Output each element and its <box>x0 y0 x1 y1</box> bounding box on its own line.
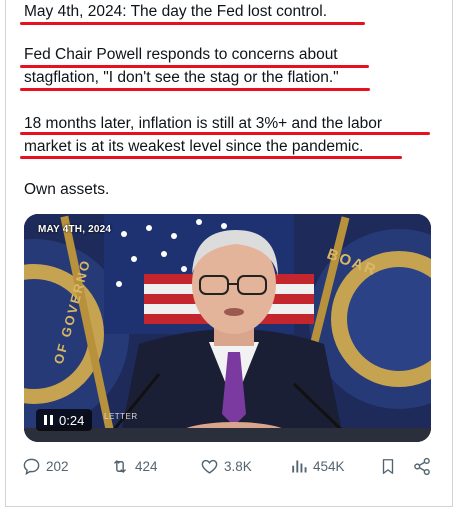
video-frame <box>24 214 431 442</box>
reply-icon <box>23 458 40 476</box>
reply-count: 202 <box>46 459 69 474</box>
repost-button[interactable]: 424 <box>110 457 158 476</box>
reply-button[interactable]: 202 <box>22 457 69 476</box>
views-count: 454K <box>313 459 345 474</box>
underline-3 <box>20 88 370 91</box>
views-icon <box>292 460 307 473</box>
frame-left-border <box>5 0 6 507</box>
pause-icon[interactable] <box>44 415 53 425</box>
like-button[interactable]: 3.8K <box>200 457 252 476</box>
video-caption-partial: LETTER <box>104 412 138 421</box>
like-icon <box>201 459 218 474</box>
post-text-line-2: Fed Chair Powell responds to concerns ab… <box>24 46 338 63</box>
video-player[interactable]: MAY 4TH, 2024 BOAR OF GOVERNO 0:24 LETTE… <box>24 214 431 442</box>
share-button[interactable] <box>412 457 432 476</box>
bookmark-button[interactable] <box>379 457 397 476</box>
repost-icon <box>113 459 127 474</box>
post-text-line-6: Own assets. <box>24 181 110 198</box>
views-button[interactable]: 454K <box>290 457 345 476</box>
bookmark-icon <box>382 459 394 474</box>
post-text-line-3: stagflation, "I don't see the stag or th… <box>24 69 339 86</box>
like-count: 3.8K <box>224 459 252 474</box>
video-timer[interactable]: 0:24 <box>36 409 93 431</box>
video-date-overlay: MAY 4TH, 2024 <box>38 224 112 235</box>
post-action-bar: 202 424 3.8K 454K <box>22 457 434 479</box>
frame-bottom-border <box>5 506 453 507</box>
video-duration: 0:24 <box>59 412 85 428</box>
post-text-line-5: market is at its weakest level since the… <box>24 138 364 155</box>
underline-5 <box>20 156 402 159</box>
post-text-line-1: May 4th, 2024: The day the Fed lost cont… <box>24 3 327 20</box>
share-icon <box>414 457 430 476</box>
frame-right-border <box>452 0 453 507</box>
repost-count: 424 <box>135 459 158 474</box>
underline-1 <box>20 22 365 25</box>
